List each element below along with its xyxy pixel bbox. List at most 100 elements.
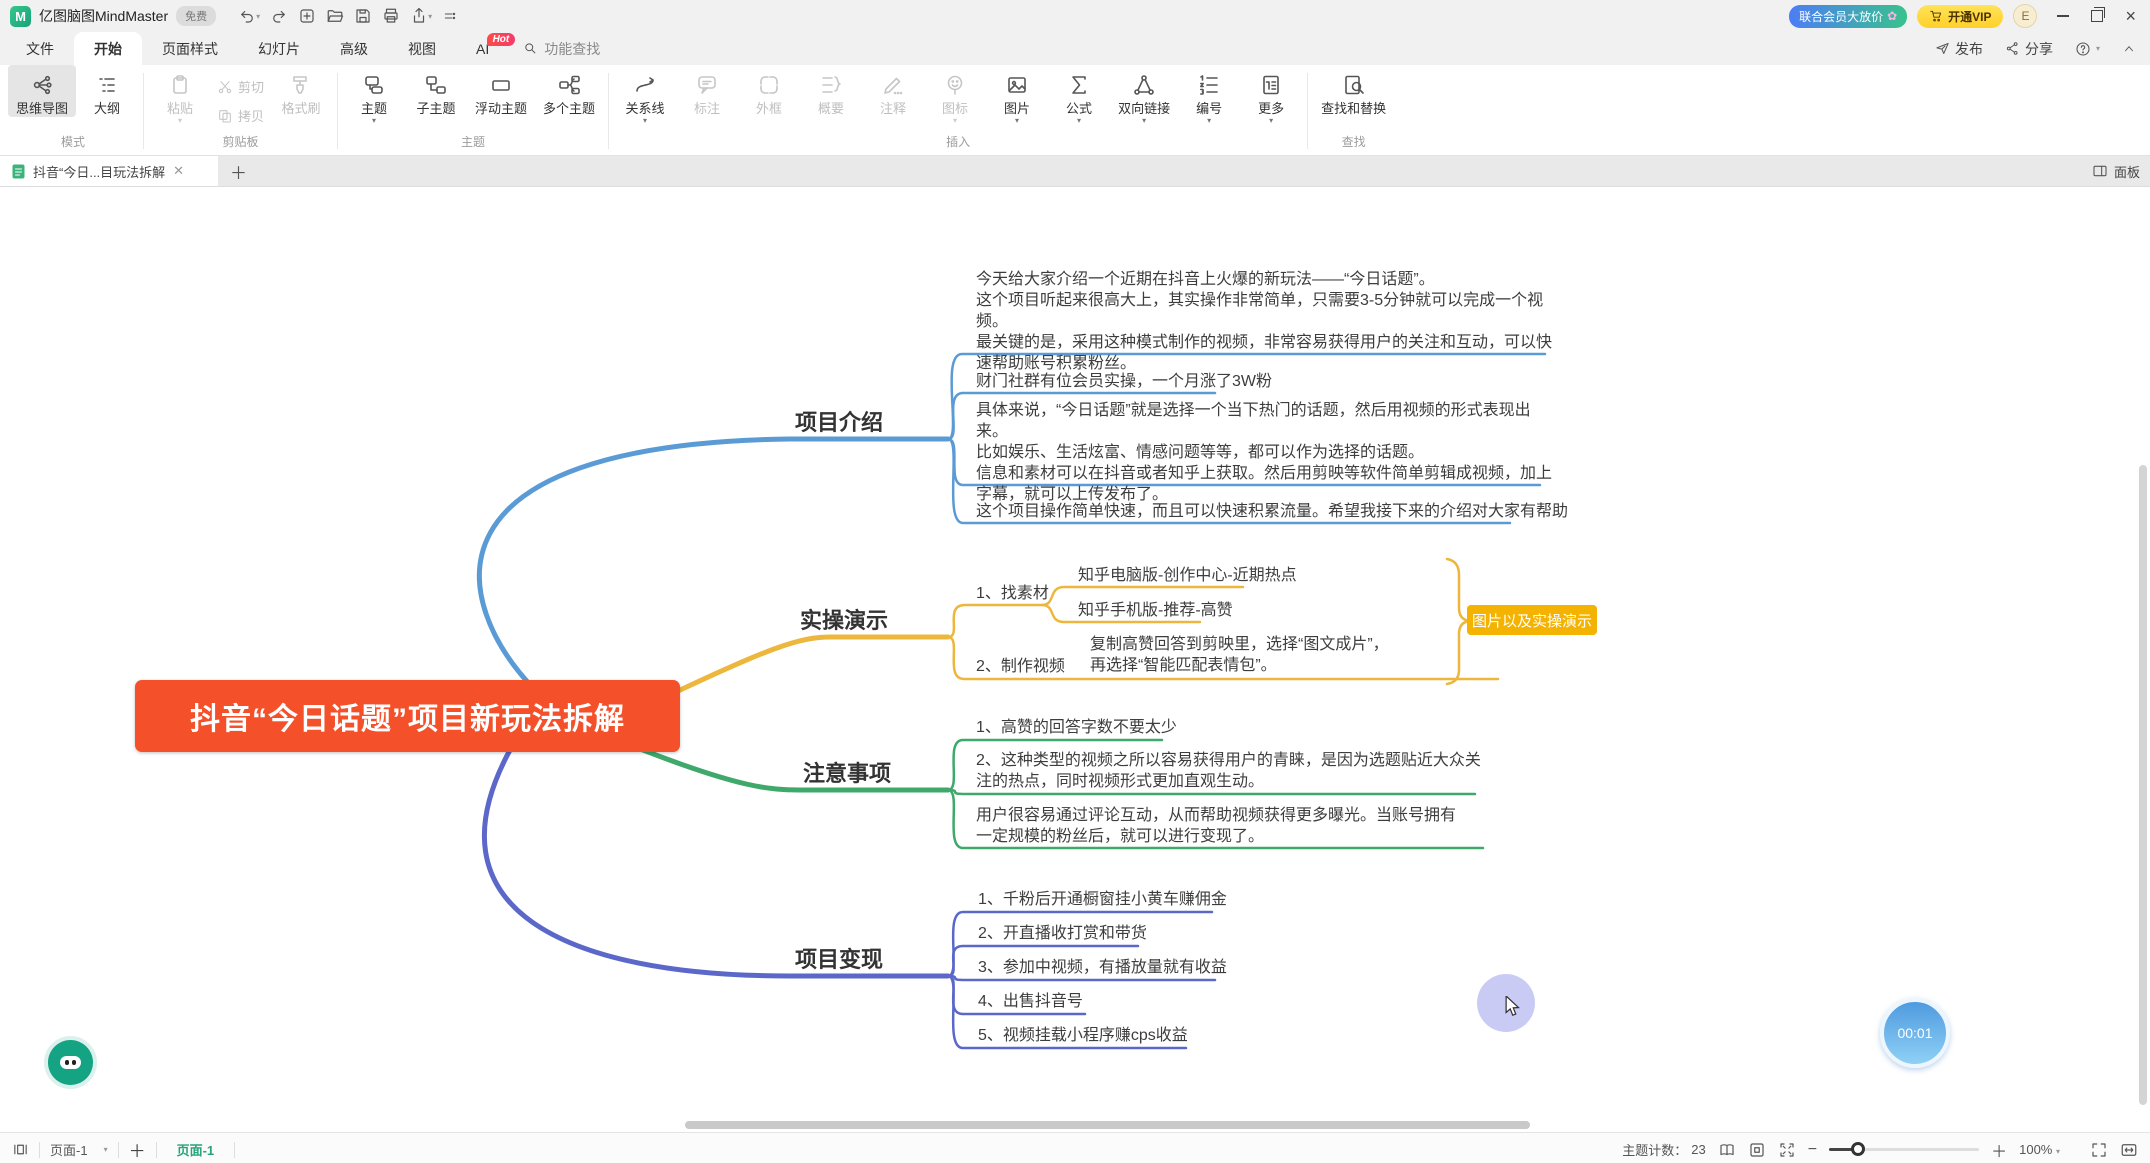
app-logo-icon: M <box>10 6 31 27</box>
topic-node[interactable]: 财门社群有位会员实操，一个月涨了3W粉 <box>976 371 1272 392</box>
topic-node[interactable]: 2、这种类型的视频之所以容易获得用户的青睐，是因为选题贴近大众关注的热点，同时视… <box>976 750 1481 792</box>
multi-topic-button[interactable]: 多个主题 <box>535 65 603 117</box>
topic-node[interactable]: 具体来说，“今日话题”就是选择一个当下热门的话题，然后用视频的形式表现出来。 比… <box>976 400 1558 505</box>
topic-node[interactable]: 1、找素材 <box>976 583 1049 604</box>
close-tab-icon[interactable]: ✕ <box>173 163 184 179</box>
minimize-button[interactable] <box>2057 15 2069 17</box>
summary-tag[interactable]: 图片以及实操演示 <box>1467 605 1597 635</box>
tab-advanced[interactable]: 高级 <box>320 32 388 65</box>
zoom-slider-knob[interactable] <box>1851 1142 1865 1156</box>
publish-button[interactable]: 发布 <box>1935 39 1983 59</box>
tab-view[interactable]: 视图 <box>388 32 456 65</box>
new-file-button[interactable] <box>298 7 316 25</box>
export-button[interactable]: ▾ <box>410 7 432 25</box>
topic-node[interactable]: 1、千粉后开通橱窗挂小黄车赚佣金 <box>978 889 1227 910</box>
fit-page-icon[interactable] <box>1748 1141 1766 1159</box>
help-button[interactable]: ▾ <box>2075 41 2100 57</box>
copy-button[interactable]: 拷贝 <box>217 106 264 125</box>
branch-label-notes[interactable]: 注意事项 <box>803 756 891 788</box>
user-avatar[interactable]: E <box>2013 4 2037 28</box>
share-button[interactable]: 分享 <box>2005 39 2053 59</box>
tab-ai[interactable]: AIHot <box>456 32 509 65</box>
summary-button[interactable]: 概要 <box>800 65 862 117</box>
undo-button[interactable]: ▾ <box>238 7 260 25</box>
document-tab[interactable]: 抖音“今日...目玩法拆解 ✕ <box>0 156 218 186</box>
page-overview-icon[interactable] <box>12 1141 29 1158</box>
undo-history-caret[interactable]: ▾ <box>256 12 260 21</box>
zoom-out-button[interactable]: − <box>1808 1141 1817 1159</box>
topic-node[interactable]: 今天给大家介绍一个近期在抖音上火爆的新玩法——“今日话题”。 这个项目听起来很高… <box>976 269 1558 374</box>
redo-button[interactable] <box>270 7 288 25</box>
callout-button[interactable]: 标注 <box>676 65 738 117</box>
subtopic-button[interactable]: 子主题 <box>405 65 467 117</box>
zoom-in-button[interactable]: ＋ <box>1991 1138 2007 1162</box>
pages-view-icon[interactable] <box>1718 1141 1736 1159</box>
bidirectional-link-button[interactable]: 双向链接▾ <box>1110 65 1178 124</box>
save-button[interactable] <box>354 7 372 25</box>
ai-assistant-button[interactable] <box>48 1040 93 1085</box>
group-label-mode: 模式 <box>8 133 138 155</box>
central-topic[interactable]: 抖音“今日话题”项目新玩法拆解 <box>135 680 680 752</box>
floating-topic-button[interactable]: 浮动主题 <box>467 65 535 117</box>
branch-label-demo[interactable]: 实操演示 <box>800 603 888 635</box>
topic-node[interactable]: 知乎电脑版-创作中心-近期热点 <box>1078 565 1297 586</box>
outline-mode-button[interactable]: 大纲 <box>76 65 138 117</box>
export-caret[interactable]: ▾ <box>428 12 432 21</box>
topic-node[interactable]: 用户很容易通过评论互动，从而帮助视频获得更多曝光。当账号拥有一定规模的粉丝后，就… <box>976 805 1471 847</box>
summary-icon <box>819 73 843 97</box>
topic-node[interactable]: 复制高赞回答到剪映里，选择“图文成片”， 再选择“智能匹配表情包”。 <box>1090 634 1510 676</box>
insert-icon-button[interactable]: 图标▾ <box>924 65 986 124</box>
more-insert-button[interactable]: 更多▾ <box>1240 65 1302 124</box>
branch-label-intro[interactable]: 项目介绍 <box>795 405 883 437</box>
new-tab-button[interactable]: ＋ <box>218 156 259 186</box>
cut-button[interactable]: 剪切 <box>217 77 264 96</box>
mindmap-mode-button[interactable]: 思维导图 <box>8 65 76 117</box>
find-replace-button[interactable]: 查找和替换 <box>1313 65 1394 117</box>
fullscreen-icon[interactable] <box>2090 1141 2108 1159</box>
tab-home[interactable]: 开始 <box>74 32 142 65</box>
page-tab-active[interactable]: 页面-1 <box>167 1140 225 1159</box>
boundary-button[interactable]: 外框 <box>738 65 800 117</box>
mindmap-canvas[interactable]: 抖音“今日话题”项目新玩法拆解 项目介绍 实操演示 注意事项 项目变现 今天给大… <box>0 187 2150 1132</box>
tab-slideshow[interactable]: 幻灯片 <box>238 32 320 65</box>
open-vip-button[interactable]: 开通VIP <box>1917 5 2003 28</box>
restore-button[interactable] <box>2091 10 2103 22</box>
page-selector[interactable]: 页面-1▾ <box>50 1140 108 1159</box>
add-page-button[interactable]: ＋ <box>129 1137 146 1162</box>
fit-width-icon[interactable] <box>2120 1141 2138 1159</box>
topic-node[interactable]: 5、视频挂载小程序赚cps收益 <box>978 1025 1188 1046</box>
topic-node[interactable]: 1、高赞的回答字数不要太少 <box>976 717 1177 738</box>
vertical-scrollbar[interactable] <box>2139 465 2147 1105</box>
panel-toggle-button[interactable]: 面板 <box>2092 156 2140 186</box>
paste-button[interactable]: 粘贴▾ <box>149 65 211 124</box>
comment-button[interactable]: 注释 <box>862 65 924 117</box>
topic-node[interactable]: 2、开直播收打赏和带货 <box>978 923 1147 944</box>
horizontal-scrollbar[interactable] <box>685 1121 1530 1129</box>
print-button[interactable] <box>382 7 400 25</box>
topic-node[interactable]: 4、出售抖音号 <box>978 991 1083 1012</box>
recording-timer[interactable]: 00:01 <box>1880 998 1950 1068</box>
topic-node[interactable]: 知乎手机版-推荐-高赞 <box>1078 600 1233 621</box>
formula-button[interactable]: 公式▾ <box>1048 65 1110 124</box>
topic-node[interactable]: 这个项目操作简单快速，而且可以快速积累流量。希望我接下来的介绍对大家有帮助 <box>976 501 1568 522</box>
picture-button[interactable]: 图片▾ <box>986 65 1048 124</box>
tab-page-style[interactable]: 页面样式 <box>142 32 238 65</box>
window-controls: × <box>2057 7 2136 25</box>
fit-screen-icon[interactable] <box>1778 1141 1796 1159</box>
zoom-level[interactable]: 100% ▾ <box>2019 1142 2060 1157</box>
collapse-ribbon-button[interactable] <box>2122 42 2136 56</box>
branch-label-monetize[interactable]: 项目变现 <box>795 942 883 974</box>
relation-line-button[interactable]: 关系线▾ <box>614 65 676 124</box>
numbering-button[interactable]: 编号▾ <box>1178 65 1240 124</box>
member-promo-banner[interactable]: 联合会员大放价✿ <box>1789 5 1907 28</box>
topic-node[interactable]: 3、参加中视频，有播放量就有收益 <box>978 957 1227 978</box>
topic-button[interactable]: 主题▾ <box>343 65 405 124</box>
open-file-button[interactable] <box>326 7 344 25</box>
format-painter-button[interactable]: 格式刷 <box>270 65 332 117</box>
close-button[interactable]: × <box>2125 7 2136 25</box>
tab-file[interactable]: 文件 <box>6 32 74 65</box>
customize-toolbar-icon[interactable] <box>442 8 458 24</box>
feature-search[interactable]: 功能查找 <box>509 32 614 65</box>
zoom-slider[interactable] <box>1829 1148 1979 1151</box>
topic-node[interactable]: 2、制作视频 <box>976 656 1065 677</box>
